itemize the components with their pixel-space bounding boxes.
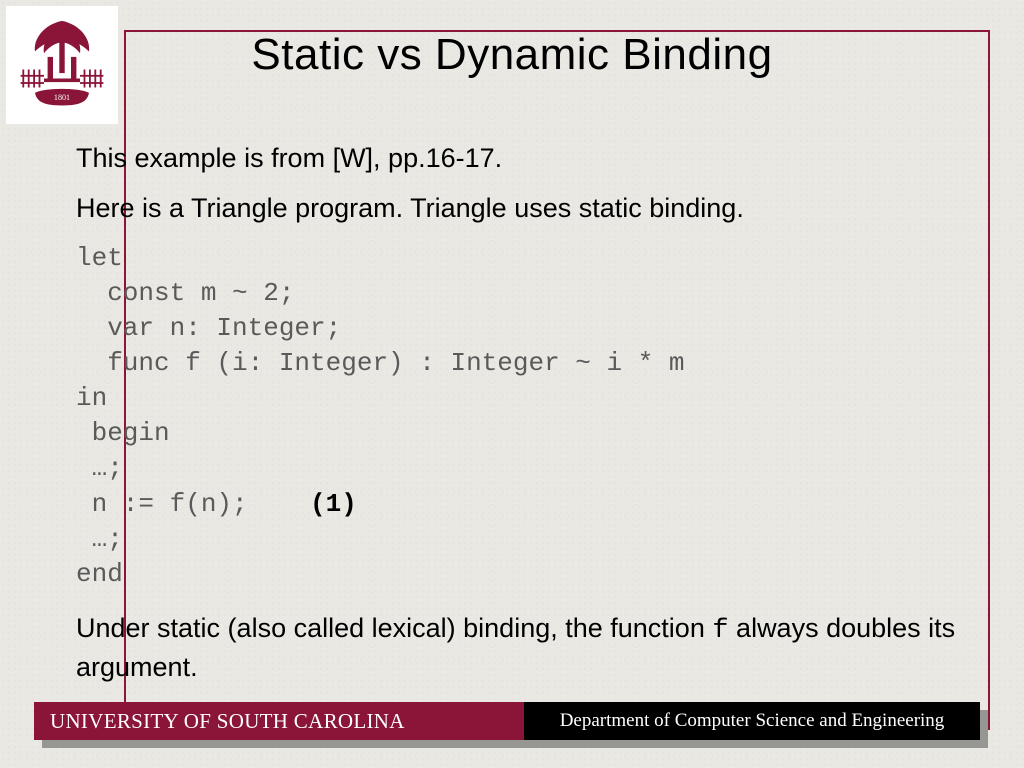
code-line: …; <box>76 453 123 483</box>
explanation-text: Under static (also called lexical) bindi… <box>76 613 712 643</box>
intro-citation: This example is from [W], pp.16-17. <box>76 140 956 176</box>
svg-text:1801: 1801 <box>54 93 70 102</box>
code-marker: (1) <box>310 489 357 519</box>
code-line: end <box>76 559 123 589</box>
code-block: let const m ~ 2; var n: Integer; func f … <box>76 241 956 592</box>
code-line: let <box>76 243 123 273</box>
code-text: n := f(n); <box>76 489 310 519</box>
code-line: …; <box>76 524 123 554</box>
code-line: func f (i: Integer) : Integer ~ i * m <box>76 348 685 378</box>
code-line: in <box>76 383 107 413</box>
explanation-code-ref: f <box>712 616 728 646</box>
intro-description: Here is a Triangle program. Triangle use… <box>76 190 956 226</box>
code-line: n := f(n); (1) <box>76 489 357 519</box>
slide-body: This example is from [W], pp.16-17. Here… <box>76 140 956 700</box>
code-line: begin <box>76 418 170 448</box>
explanation: Under static (also called lexical) bindi… <box>76 610 956 686</box>
footer-department: Department of Computer Science and Engin… <box>524 702 980 740</box>
slide-title: Static vs Dynamic Binding <box>0 30 1024 80</box>
code-line: var n: Integer; <box>76 313 341 343</box>
footer-university: UNIVERSITY OF SOUTH CAROLINA <box>34 702 524 740</box>
code-line: const m ~ 2; <box>76 278 294 308</box>
